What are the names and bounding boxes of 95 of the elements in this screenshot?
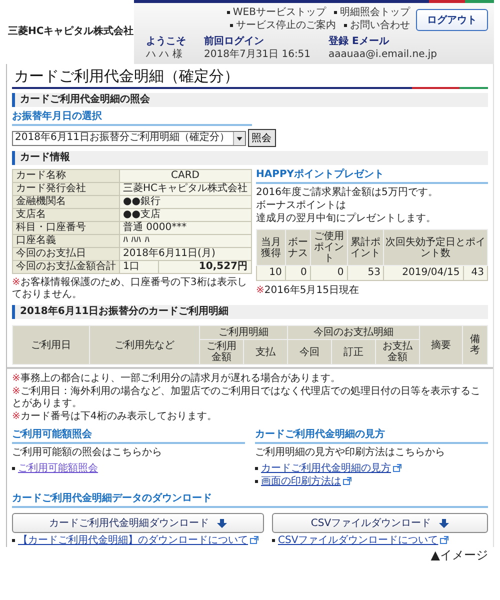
subheading: お振替年月日の選択 <box>12 111 252 126</box>
column-header: 当月獲得 <box>256 230 286 266</box>
column-header: 今回 <box>288 340 332 364</box>
external-link-icon <box>250 536 259 544</box>
external-link-icon <box>393 464 402 472</box>
section-heading: 2018年6月11日お振替分のカードご利用明細 <box>12 305 488 319</box>
info-value: ハ ハ 様 <box>146 49 184 61</box>
table-cell: ●●銀行 <box>120 196 252 208</box>
body-text: ご利用明細の見方や印刷方法はこちらから <box>255 447 446 459</box>
external-link-icon <box>343 477 352 486</box>
page-title: カードご利用代金明細（確定分） <box>13 66 240 87</box>
table-cell: カード名称 <box>12 170 120 182</box>
table-cell: 金融機関名 <box>12 196 120 208</box>
inquiry-button[interactable]: 照会 <box>248 129 276 147</box>
download-button[interactable]: CSVファイルダウンロード <box>272 513 488 533</box>
link[interactable]: CSVファイルダウンロードについて <box>278 535 450 546</box>
bullet-icon <box>226 10 230 14</box>
download-button[interactable]: カードご利用代金明細ダウンロード <box>12 513 264 533</box>
column-header: 摘要 <box>420 326 462 364</box>
table-cell: 口座名義 <box>12 234 120 248</box>
column-header: 支払 <box>244 340 288 364</box>
link[interactable]: 【カードご利用代金明細】のダウンロードについて <box>18 535 259 546</box>
note-text: ※2016年5月15日現在 <box>256 285 360 297</box>
column-header: ご使用ポイント <box>310 230 348 266</box>
link[interactable]: ご利用可能額照会 <box>18 463 98 474</box>
table-cell: 0 <box>310 266 348 280</box>
subheading: HAPPYポイントプレゼント <box>256 169 488 184</box>
table-cell: カード発行会社 <box>12 182 120 196</box>
table-cell: 53 <box>347 266 384 280</box>
table-cell: 2018年6月11日(月) <box>120 248 252 260</box>
column-header: ボーナス <box>285 230 310 266</box>
subheading: カードご利用代金明細の見方 <box>255 429 488 444</box>
down-arrow-icon <box>439 518 450 528</box>
info-label: ようこそ <box>146 36 186 48</box>
section-heading: カード情報 <box>12 151 488 165</box>
logout-button[interactable]: ログアウト <box>416 8 488 30</box>
down-arrow-icon <box>217 518 227 528</box>
info-label: 登録 Eメール <box>328 36 390 48</box>
bullet-icon <box>230 24 233 27</box>
column-header: ご利用先など <box>89 326 200 364</box>
body-text: 2016年度ご請求累計金額は5万円です。 <box>256 187 439 199</box>
table-cell: CARD <box>120 170 252 182</box>
bullet-icon <box>334 10 337 14</box>
column-header: ご利用明細 <box>200 326 288 340</box>
bullet-icon <box>12 466 15 470</box>
note-text: ※ご利用日：海外利用の場合など、加盟店でのご利用日ではなく代理店での処理日付の日等を表示することがあります。 <box>12 386 482 410</box>
link[interactable]: カードご利用代金明細の見方 <box>261 463 402 474</box>
info-value: aaauaa@i.email.ne.jp <box>328 49 438 61</box>
info-label: 前回ログイン <box>204 36 265 48</box>
table-cell: 科目・口座番号 <box>12 222 120 234</box>
subheading: ご利用可能額照会 <box>12 429 245 444</box>
table-cell: ●●支店 <box>120 208 252 222</box>
info-value: 2018年7月31日 16:51 <box>204 49 311 61</box>
table-cell: 1口 <box>120 260 158 274</box>
column-header: 今回のお支払明細 <box>288 326 420 340</box>
table-cell: 0 <box>285 266 310 280</box>
table-cell: 2019/04/15 <box>384 266 464 280</box>
bullet-icon <box>344 24 347 27</box>
table-cell: 支店名 <box>12 208 120 222</box>
column-header: ご利用金額 <box>200 340 244 364</box>
note-text: ※事務上の都合により、一部ご利用分の請求月が遅れる場合があります。 <box>12 373 342 385</box>
column-header: 訂正 <box>332 340 376 364</box>
caret-icon <box>232 132 245 144</box>
bullet-icon <box>272 538 275 542</box>
column-header: 備考 <box>462 326 488 364</box>
body-text: ご利用可能額の照会はこちらから <box>12 447 163 459</box>
table-cell: ﾊ ﾊﾊ ﾊ <box>120 234 252 248</box>
nav-link[interactable]: WEBサービストップ <box>232 7 326 18</box>
column-header: お支払金額 <box>376 340 420 364</box>
company-name: 三菱HCキャピタル株式会社 <box>7 26 134 38</box>
bullet-icon <box>255 466 258 470</box>
body-text: 達成月の翌月中旬にプレゼントします。 <box>256 213 437 225</box>
nav-link[interactable]: 明細照会トップ <box>340 7 410 18</box>
external-link-icon <box>440 536 450 544</box>
column-header: 累計ポイント <box>347 230 384 266</box>
link[interactable]: 画面の印刷方法は <box>261 476 352 487</box>
section-heading: カードご利用代金明細の照会 <box>12 93 488 107</box>
table-cell: 10,527円 <box>158 260 252 274</box>
note-text: ※カード番号は下4桁のみ表示しております。 <box>12 411 218 423</box>
table-cell: 三菱HCキャピタル株式会社 <box>120 182 252 196</box>
column-header: ご利用日 <box>12 326 89 364</box>
table-cell: 今回のお支払日 <box>12 248 120 260</box>
bullet-icon <box>12 538 15 542</box>
body-text: ボーナスポイントは <box>256 200 347 212</box>
caption: ▲イメージ <box>430 548 488 562</box>
bullet-icon <box>255 480 258 483</box>
column-header: 次回失効予定日とポイント数 <box>384 230 488 266</box>
table-cell: 10 <box>256 266 286 280</box>
date-select[interactable]: 2018年6月11日お振替分ご利用明細（確定分） <box>12 130 246 146</box>
nav-link[interactable]: お問い合わせ <box>350 20 410 31</box>
nav-link[interactable]: サービス停止のご案内 <box>236 20 336 31</box>
subheading: カードご利用代金明細データのダウンロード <box>12 493 488 508</box>
table-cell: 今回のお支払金額合計 <box>12 260 120 274</box>
note-text: ※お客様情報保護のため、口座番号の下3桁は表示しておりません。 <box>12 277 248 301</box>
table-cell: 普通 0000*** <box>120 222 252 234</box>
